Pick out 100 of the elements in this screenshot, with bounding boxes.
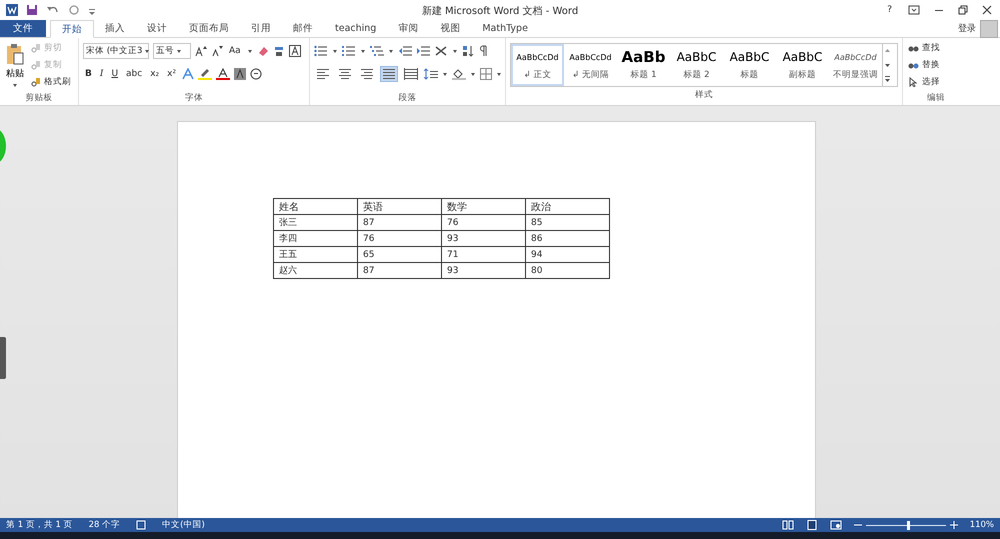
sort-icon[interactable]	[462, 45, 474, 57]
font-color-icon[interactable]	[216, 68, 230, 80]
format-button[interactable]: U	[109, 68, 120, 80]
group-label: 剪贴板	[24, 92, 54, 105]
word-count[interactable]: 28 个字	[88, 519, 120, 531]
dropdown-icon[interactable]	[176, 48, 182, 54]
dropdown-icon[interactable]	[496, 71, 502, 77]
shading-icon[interactable]	[234, 68, 246, 80]
table-cell: 76	[442, 214, 526, 230]
decrease-indent-icon[interactable]	[398, 45, 412, 57]
table-cell: 93	[442, 230, 526, 246]
print-layout-icon[interactable]	[806, 520, 818, 530]
format-button[interactable]: B	[83, 68, 94, 80]
style-option[interactable]: AaBbCcDd 不明显强调	[829, 44, 882, 86]
numbering-icon[interactable]	[342, 45, 356, 57]
highlight-icon[interactable]	[198, 68, 212, 80]
show-marks-icon[interactable]	[478, 45, 488, 57]
dropdown-icon[interactable]	[12, 82, 18, 88]
redo-icon[interactable]	[68, 4, 80, 16]
table-cell: 数学	[442, 198, 526, 214]
table-cell: 87	[358, 214, 442, 230]
page-count[interactable]: 第 1 页，共 1 页	[6, 519, 73, 531]
ribbon-tab[interactable]: teaching	[324, 20, 388, 37]
table-cell: 86	[526, 230, 610, 246]
restore-icon[interactable]	[958, 5, 968, 15]
style-option[interactable]: AaBbC 副标题	[776, 44, 829, 86]
font-size-field[interactable]: 五号	[153, 43, 191, 59]
close-icon[interactable]	[982, 5, 992, 15]
text-effect-icon[interactable]	[182, 68, 194, 80]
zoom-in-icon[interactable]	[950, 521, 958, 529]
bullets-icon[interactable]	[314, 45, 328, 57]
borders-icon[interactable]	[480, 68, 492, 80]
dropdown-icon[interactable]	[452, 48, 458, 54]
word-logo-icon	[6, 4, 18, 16]
login-link[interactable]: 登录	[958, 22, 976, 35]
eraser-icon[interactable]	[256, 45, 269, 57]
clipboard-icon	[6, 43, 24, 65]
group-label: 编辑	[926, 92, 946, 105]
edit-action[interactable]: 选择	[907, 75, 965, 89]
ribbon-tab[interactable]: 设计	[136, 20, 178, 37]
zoom-level[interactable]: 110%	[970, 520, 994, 530]
table-cell: 76	[358, 230, 442, 246]
dropdown-icon[interactable]	[360, 48, 366, 54]
table-cell: 英语	[358, 198, 442, 214]
format-button[interactable]: I	[98, 68, 106, 80]
side-handle[interactable]	[0, 337, 6, 379]
ribbon-tab[interactable]: 视图	[429, 20, 472, 37]
change-case-button[interactable]: Aa	[227, 45, 243, 57]
read-mode-icon[interactable]	[782, 520, 794, 530]
ribbon-tab[interactable]: 邮件	[282, 20, 324, 37]
zoom-slider[interactable]	[906, 520, 910, 530]
character-border-icon[interactable]	[288, 45, 301, 57]
grow-font-icon[interactable]	[195, 45, 207, 57]
help-button[interactable]: ?	[885, 4, 894, 16]
table-cell: 张三	[274, 214, 358, 230]
paste-button[interactable]: 粘贴	[4, 41, 26, 92]
ribbon-tab[interactable]: 开始	[50, 20, 94, 38]
clipboard-action[interactable]: 格式刷	[30, 75, 72, 89]
format-button[interactable]: x₂	[148, 68, 162, 80]
multilevel-list-icon[interactable]	[370, 45, 384, 57]
table-cell: 政治	[526, 198, 610, 214]
proofing-icon[interactable]	[136, 520, 146, 530]
style-option[interactable]: AaBbC 标题	[723, 44, 776, 86]
enclose-character-icon[interactable]	[250, 68, 262, 80]
file-tab[interactable]: 文件	[0, 20, 46, 37]
table-cell: 71	[442, 246, 526, 262]
language-indicator[interactable]: 中文(中国)	[162, 519, 205, 531]
paint-bucket-icon[interactable]	[452, 68, 466, 80]
dropdown-icon[interactable]	[388, 48, 394, 54]
increase-indent-icon[interactable]	[416, 45, 430, 57]
style-option[interactable]: AaBbC 标题 2	[670, 44, 723, 86]
save-icon[interactable]	[26, 4, 38, 16]
dropdown-icon[interactable]	[144, 48, 150, 54]
dropdown-icon[interactable]	[470, 71, 476, 77]
dropdown-icon[interactable]	[332, 48, 338, 54]
shrink-font-icon[interactable]	[211, 45, 223, 57]
phonetic-icon[interactable]	[272, 45, 285, 57]
font-name-field[interactable]: 宋体 (中文正3	[83, 43, 149, 59]
style-option[interactable]: AaBb 标题 1	[617, 44, 670, 86]
ribbon-tab[interactable]: 审阅	[387, 20, 430, 37]
table-cell: 王五	[274, 246, 358, 262]
ribbon-tab[interactable]: MathType	[471, 20, 539, 37]
ribbon-tab[interactable]: 引用	[240, 20, 282, 37]
format-button[interactable]: abc	[124, 68, 144, 80]
style-option[interactable]: AaBbCcDd ↲ 无间隔	[564, 44, 617, 86]
dropdown-icon[interactable]	[442, 71, 448, 77]
ribbon-tab[interactable]: 页面布局	[178, 20, 240, 37]
ribbon-tab[interactable]: 插入	[94, 20, 136, 37]
chinese-layout-icon[interactable]	[434, 45, 448, 57]
dropdown-icon[interactable]	[246, 48, 253, 54]
line-spacing-icon[interactable]	[424, 68, 438, 80]
web-layout-icon[interactable]	[830, 520, 842, 530]
group-label: 段落	[398, 92, 418, 105]
ribbon-display-icon[interactable]	[908, 5, 920, 15]
edit-action[interactable]: 查找	[907, 41, 965, 55]
edit-action[interactable]: 替换	[907, 58, 965, 72]
cursor-icon	[908, 77, 919, 87]
format-button[interactable]: x²	[165, 68, 178, 80]
window-title: 新建 Microsoft Word 文档 - Word	[422, 6, 578, 17]
style-option[interactable]: AaBbCcDd ↲ 正文	[511, 44, 564, 86]
